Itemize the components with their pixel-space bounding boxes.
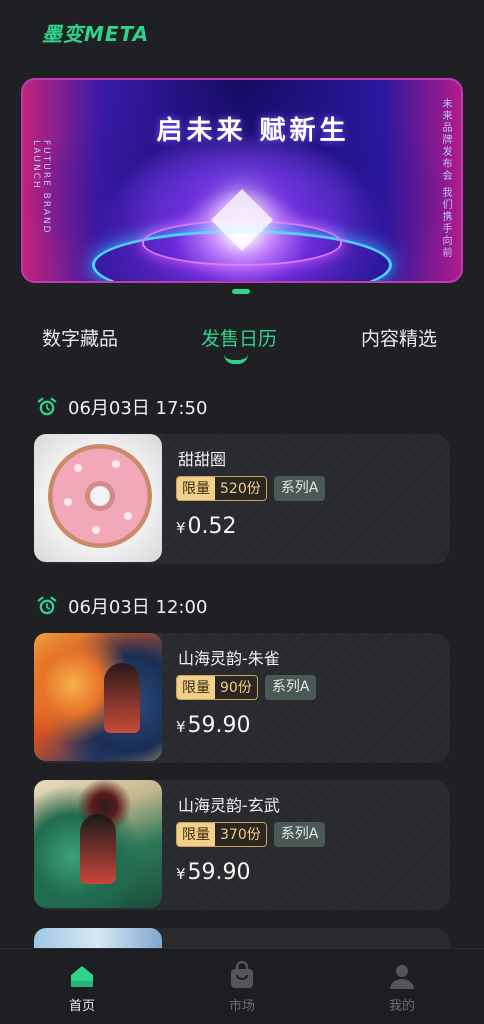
- item-badges: 限量 90份 系列A: [176, 675, 317, 700]
- item-price: ¥59.90: [176, 860, 251, 885]
- app-logo: 墨变META: [42, 22, 150, 46]
- collectible-card[interactable]: 山海灵韵-朱雀 限量 90份 系列A ¥59.90: [34, 633, 450, 763]
- tab-sale-calendar[interactable]: 发售日历: [201, 324, 277, 351]
- carousel-indicator[interactable]: [232, 289, 250, 294]
- vermilion-bird-image: [34, 633, 162, 761]
- sprinkle: [112, 460, 120, 468]
- currency-symbol: ¥: [176, 865, 186, 883]
- alarm-clock-icon: [36, 396, 58, 418]
- limited-quantity: 520份: [215, 477, 266, 500]
- release-group-header: 06月03日 12:00: [36, 593, 207, 619]
- series-badge: 系列A: [273, 822, 326, 847]
- collectible-card[interactable]: 甜甜圈 限量 520份 系列A ¥0.52: [34, 434, 450, 564]
- limited-quantity: 370份: [215, 823, 266, 846]
- series-badge: 系列A: [273, 476, 326, 501]
- alarm-clock-icon: [36, 595, 58, 617]
- nav-profile-label: 我的: [388, 999, 415, 1014]
- sprinkle: [124, 512, 132, 520]
- item-title: 山海灵韵-玄武: [178, 796, 280, 815]
- limited-label: 限量: [177, 477, 215, 500]
- collectible-card[interactable]: 山海灵韵-玄武 限量 370份 系列A ¥59.90: [34, 780, 450, 910]
- item-badges: 限量 520份 系列A: [176, 476, 326, 501]
- price-value: 0.52: [187, 514, 237, 539]
- limited-badge: 限量 520份: [176, 476, 267, 501]
- black-tortoise-image: [34, 780, 162, 908]
- limited-label: 限量: [177, 823, 215, 846]
- limited-badge: 限量 370份: [176, 822, 267, 847]
- series-badge: 系列A: [264, 675, 317, 700]
- figure-illustration: [104, 663, 140, 733]
- item-price: ¥59.90: [176, 713, 251, 738]
- bottom-nav: 首页 市场 我的: [0, 948, 484, 1024]
- item-badges: 限量 370份 系列A: [176, 822, 326, 847]
- release-time: 06月03日 12:00: [68, 597, 208, 618]
- price-value: 59.90: [187, 860, 251, 885]
- sprinkle: [64, 498, 72, 506]
- limited-badge: 限量 90份: [176, 675, 258, 700]
- market-bag-icon: [227, 960, 257, 991]
- banner-side-text-left: FUTURE BRAND LAUNCH: [31, 140, 51, 235]
- banner-side-text-right: 未来品牌发布会 我们携手向前: [440, 98, 451, 260]
- currency-symbol: ¥: [176, 718, 186, 736]
- price-value: 59.90: [187, 713, 251, 738]
- currency-symbol: ¥: [176, 519, 186, 537]
- figure-illustration: [80, 814, 116, 884]
- user-icon: [387, 961, 417, 991]
- home-icon: [67, 961, 97, 991]
- sprinkle: [92, 526, 100, 534]
- limited-label: 限量: [177, 676, 215, 699]
- tab-digital-collectibles[interactable]: 数字藏品: [42, 324, 118, 351]
- donut-image: [34, 434, 162, 562]
- item-title: 甜甜圈: [178, 450, 227, 469]
- nav-home[interactable]: 首页: [42, 961, 122, 1014]
- release-time: 06月03日 17:50: [68, 398, 208, 419]
- banner-headline: 启未来 赋新生: [156, 116, 350, 146]
- item-price: ¥0.52: [176, 514, 237, 539]
- release-group-header: 06月03日 17:50: [36, 394, 207, 420]
- promo-banner[interactable]: 启未来 赋新生 未来品牌发布会 我们携手向前 FUTURE BRAND LAUN…: [21, 78, 463, 283]
- limited-quantity: 90份: [215, 676, 257, 699]
- sprinkle: [74, 464, 82, 472]
- nav-market[interactable]: 市场: [202, 960, 282, 1014]
- donut-illustration: [48, 444, 152, 548]
- item-title: 山海灵韵-朱雀: [178, 649, 280, 668]
- nav-profile[interactable]: 我的: [362, 961, 442, 1014]
- nav-home-label: 首页: [68, 999, 95, 1014]
- nav-market-label: 市场: [228, 999, 255, 1014]
- tab-featured-content[interactable]: 内容精选: [361, 324, 437, 351]
